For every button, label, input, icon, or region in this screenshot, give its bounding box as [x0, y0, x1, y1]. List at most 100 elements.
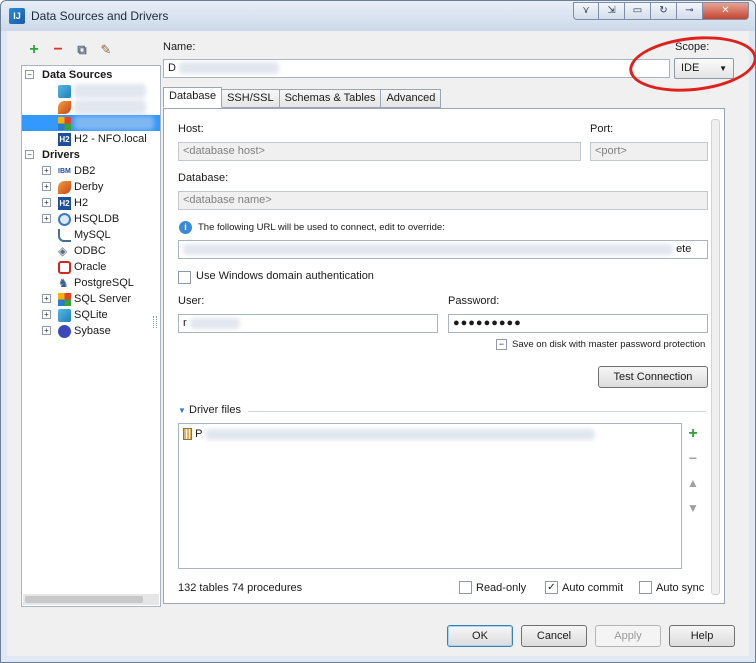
host-input[interactable]: <database host>: [178, 142, 581, 161]
tree-item-datasource-selected[interactable]: [22, 115, 160, 131]
tree-item-datasource-2[interactable]: [22, 99, 160, 115]
auto-sync-checkbox[interactable]: [639, 581, 652, 594]
h2-icon: H2: [58, 133, 71, 146]
collapse-toggle-icon[interactable]: −: [25, 150, 34, 159]
windows-auth-label: Use Windows domain authentication: [196, 270, 374, 282]
panel-vertical-scrollbar[interactable]: [711, 119, 720, 595]
port-label: Port:: [590, 123, 614, 135]
expand-toggle-icon[interactable]: +: [42, 326, 51, 335]
tab-database[interactable]: Database: [163, 87, 223, 108]
cancel-button[interactable]: Cancel: [521, 625, 587, 647]
password-label: Password:: [448, 295, 500, 307]
tab-strip: Database SSH/SSL Schemas & Tables Advanc…: [163, 87, 442, 108]
sybase-icon: [58, 325, 71, 338]
name-value: D: [168, 62, 176, 74]
collapse-section-icon[interactable]: ▼: [178, 406, 186, 415]
close-button[interactable]: ✕: [703, 2, 749, 20]
auto-commit-label: Auto commit: [562, 582, 624, 594]
tree-label-data-sources: Data Sources: [42, 69, 113, 81]
apply-button[interactable]: Apply: [595, 625, 661, 647]
driver-file-item[interactable]: P: [183, 427, 596, 441]
sqlite-icon: [58, 309, 71, 322]
database-tab-panel: Host: <database host> Port: <port> Datab…: [163, 108, 725, 604]
redacted-text: [179, 62, 280, 75]
splitter-handle[interactable]: [153, 316, 157, 328]
add-icon[interactable]: +: [25, 41, 43, 59]
derby-icon: [58, 181, 71, 194]
name-input[interactable]: D: [163, 59, 670, 78]
auto-commit-checkbox[interactable]: ✓: [545, 581, 558, 594]
user-input[interactable]: r: [178, 314, 438, 333]
tree-item-driver-hsqldb[interactable]: + HSQLDB: [22, 211, 160, 227]
move-up-icon[interactable]: ▲: [686, 476, 700, 490]
collapse-toggle-icon[interactable]: −: [25, 70, 34, 79]
remove-file-icon[interactable]: −: [686, 450, 700, 466]
odbc-icon: ◈: [58, 244, 68, 258]
wrench-icon[interactable]: ✎: [97, 41, 115, 59]
add-file-icon[interactable]: +: [686, 425, 700, 443]
tree-item-driver-db2[interactable]: + IBM DB2: [22, 163, 160, 179]
driver-files-list[interactable]: P: [178, 423, 682, 569]
tree-item-h2-local[interactable]: H2 H2 - NFO.local: [22, 131, 160, 147]
tab-ssh-ssl[interactable]: SSH/SSL: [222, 89, 280, 108]
section-divider: [248, 411, 706, 412]
reload-icon[interactable]: ↻: [651, 2, 677, 20]
expand-toggle-icon[interactable]: +: [42, 198, 51, 207]
tree-item-driver-h2[interactable]: + H2 H2: [22, 195, 160, 211]
tree-label-driver: Oracle: [74, 261, 107, 273]
test-connection-button[interactable]: Test Connection: [598, 366, 708, 388]
move-down-icon[interactable]: ▼: [686, 501, 700, 515]
tree-item-driver-postgresql[interactable]: ♞ PostgreSQL: [22, 275, 160, 291]
tree-label-driver: ODBC: [74, 245, 106, 257]
postgresql-icon: ♞: [58, 276, 69, 290]
save-on-disk-label: Save on disk with master password protec…: [512, 339, 706, 350]
user-value: r: [183, 317, 187, 329]
expand-toggle-icon[interactable]: +: [42, 182, 51, 191]
ok-button[interactable]: OK: [447, 625, 513, 647]
port-input[interactable]: <port>: [590, 142, 708, 161]
tree-node-drivers[interactable]: − Drivers: [22, 147, 160, 163]
help-button[interactable]: Help: [669, 625, 735, 647]
data-sources-tree[interactable]: − Data Sources H2 H2 - NFO.local − Drive…: [21, 65, 161, 607]
expand-toggle-icon[interactable]: +: [42, 214, 51, 223]
tree-item-driver-sqlite[interactable]: + SQLite: [22, 307, 160, 323]
tree-item-driver-mysql[interactable]: MySQL: [22, 227, 160, 243]
expand-toggle-icon[interactable]: +: [42, 294, 51, 303]
plug-icon[interactable]: ⊸: [677, 2, 703, 20]
url-input[interactable]: ete: [178, 240, 708, 259]
readonly-checkbox[interactable]: [459, 581, 472, 594]
dialog-client-area: + − ⧉ ✎ − Data Sources H2 H2 - NFO.local…: [7, 30, 756, 656]
tab-schemas-tables[interactable]: Schemas & Tables: [279, 89, 382, 108]
tree-horizontal-scrollbar[interactable]: [23, 594, 159, 605]
remove-icon[interactable]: −: [49, 41, 67, 59]
tab-advanced[interactable]: Advanced: [381, 89, 442, 108]
collapse-icon[interactable]: ⋎: [573, 2, 599, 20]
expand-toggle-icon[interactable]: +: [42, 310, 51, 319]
pin-icon[interactable]: ⇲: [599, 2, 625, 20]
mysql-icon: [58, 229, 71, 242]
window-icon[interactable]: ▭: [625, 2, 651, 20]
title-bar[interactable]: IJ Data Sources and Drivers ⋎ ⇲ ▭ ↻ ⊸ ✕: [1, 1, 755, 31]
name-label: Name:: [163, 41, 196, 53]
tree-item-driver-derby[interactable]: + Derby: [22, 179, 160, 195]
copy-icon[interactable]: ⧉: [73, 41, 91, 59]
tree-node-data-sources[interactable]: − Data Sources: [22, 67, 160, 83]
tree-label-drivers: Drivers: [42, 149, 80, 161]
windows-auth-checkbox[interactable]: [178, 271, 191, 284]
title-buttons: ⋎ ⇲ ▭ ↻ ⊸ ✕: [573, 2, 749, 20]
expand-toggle-icon[interactable]: +: [42, 166, 51, 175]
save-on-disk-checkbox[interactable]: −: [496, 339, 507, 350]
tree-item-driver-sybase[interactable]: + Sybase: [22, 323, 160, 339]
tree-item-driver-sqlserver[interactable]: + SQL Server: [22, 291, 160, 307]
info-icon: i: [179, 221, 192, 234]
tree-label-driver: Derby: [74, 181, 104, 193]
tree-label-driver: H2: [74, 197, 89, 209]
scrollbar-thumb[interactable]: [25, 596, 143, 603]
database-input[interactable]: <database name>: [178, 191, 708, 210]
password-input[interactable]: ●●●●●●●●●: [448, 314, 708, 333]
tree-item-driver-oracle[interactable]: Oracle: [22, 259, 160, 275]
tree-item-driver-odbc[interactable]: ◈ ODBC: [22, 243, 160, 259]
readonly-label: Read-only: [476, 582, 527, 594]
url-tail: ete: [676, 243, 692, 255]
tree-item-datasource-1[interactable]: [22, 83, 160, 99]
